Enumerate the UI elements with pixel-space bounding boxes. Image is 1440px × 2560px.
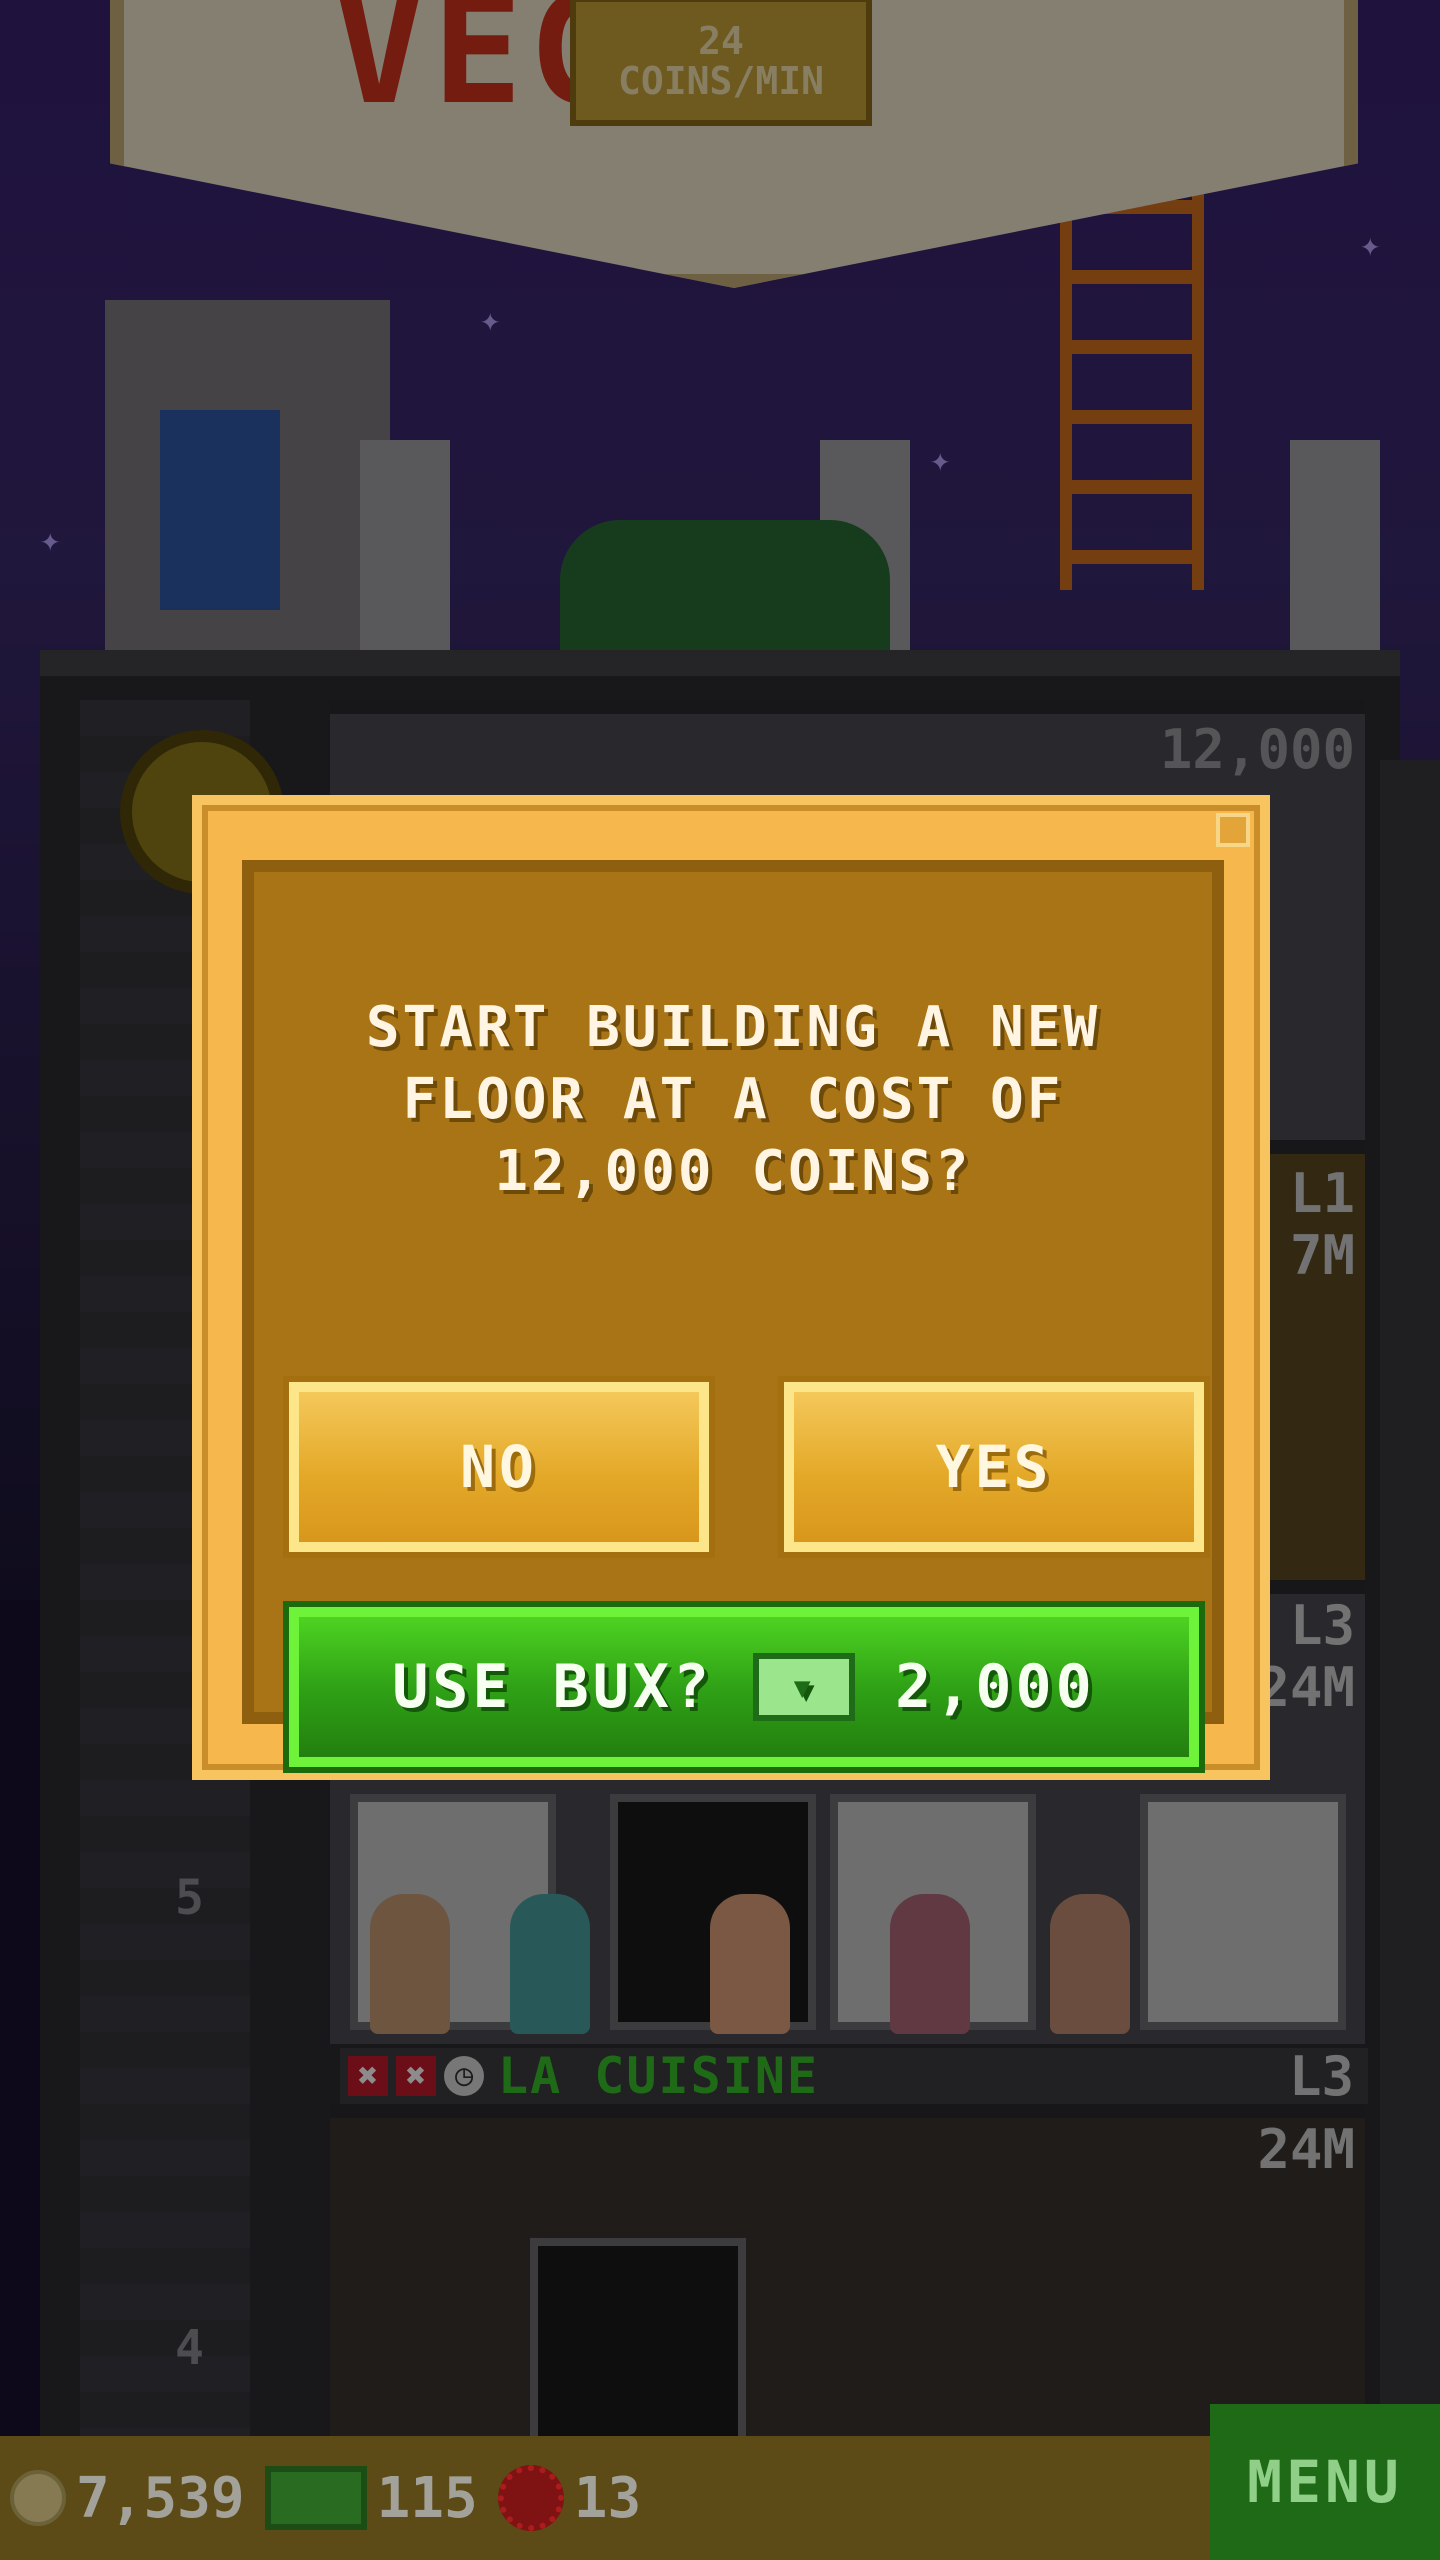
- coins-stat[interactable]: 7,539: [10, 2466, 245, 2531]
- bux-cost: 2,000: [895, 1652, 1096, 1722]
- tokens-stat[interactable]: 13: [497, 2465, 642, 2531]
- yes-button[interactable]: YES: [778, 1376, 1210, 1558]
- bux-stat[interactable]: 115: [264, 2465, 478, 2531]
- use-bux-button[interactable]: USE BUX? ▼ 2,000: [283, 1601, 1205, 1773]
- use-bux-label: USE BUX?: [392, 1652, 714, 1722]
- coins-count: 7,539: [76, 2465, 245, 2531]
- dialog-message: START BUILDING A NEW FLOOR AT A COST OF …: [365, 995, 1101, 1204]
- bux-icon: ▼: [753, 1653, 856, 1721]
- bux-count: 115: [376, 2465, 478, 2531]
- vip-token-icon: [497, 2465, 564, 2531]
- corner-rivet-icon: [1216, 813, 1250, 847]
- coin-icon: [10, 2470, 66, 2526]
- bux-icon: [264, 2466, 367, 2530]
- new-floor-dialog: START BUILDING A NEW FLOOR AT A COST OF …: [192, 795, 1270, 1780]
- no-button[interactable]: NO: [283, 1376, 715, 1558]
- menu-button[interactable]: MENU: [1210, 2404, 1440, 2560]
- dialog-panel: START BUILDING A NEW FLOOR AT A COST OF …: [242, 860, 1224, 1773]
- tokens-count: 13: [573, 2465, 642, 2531]
